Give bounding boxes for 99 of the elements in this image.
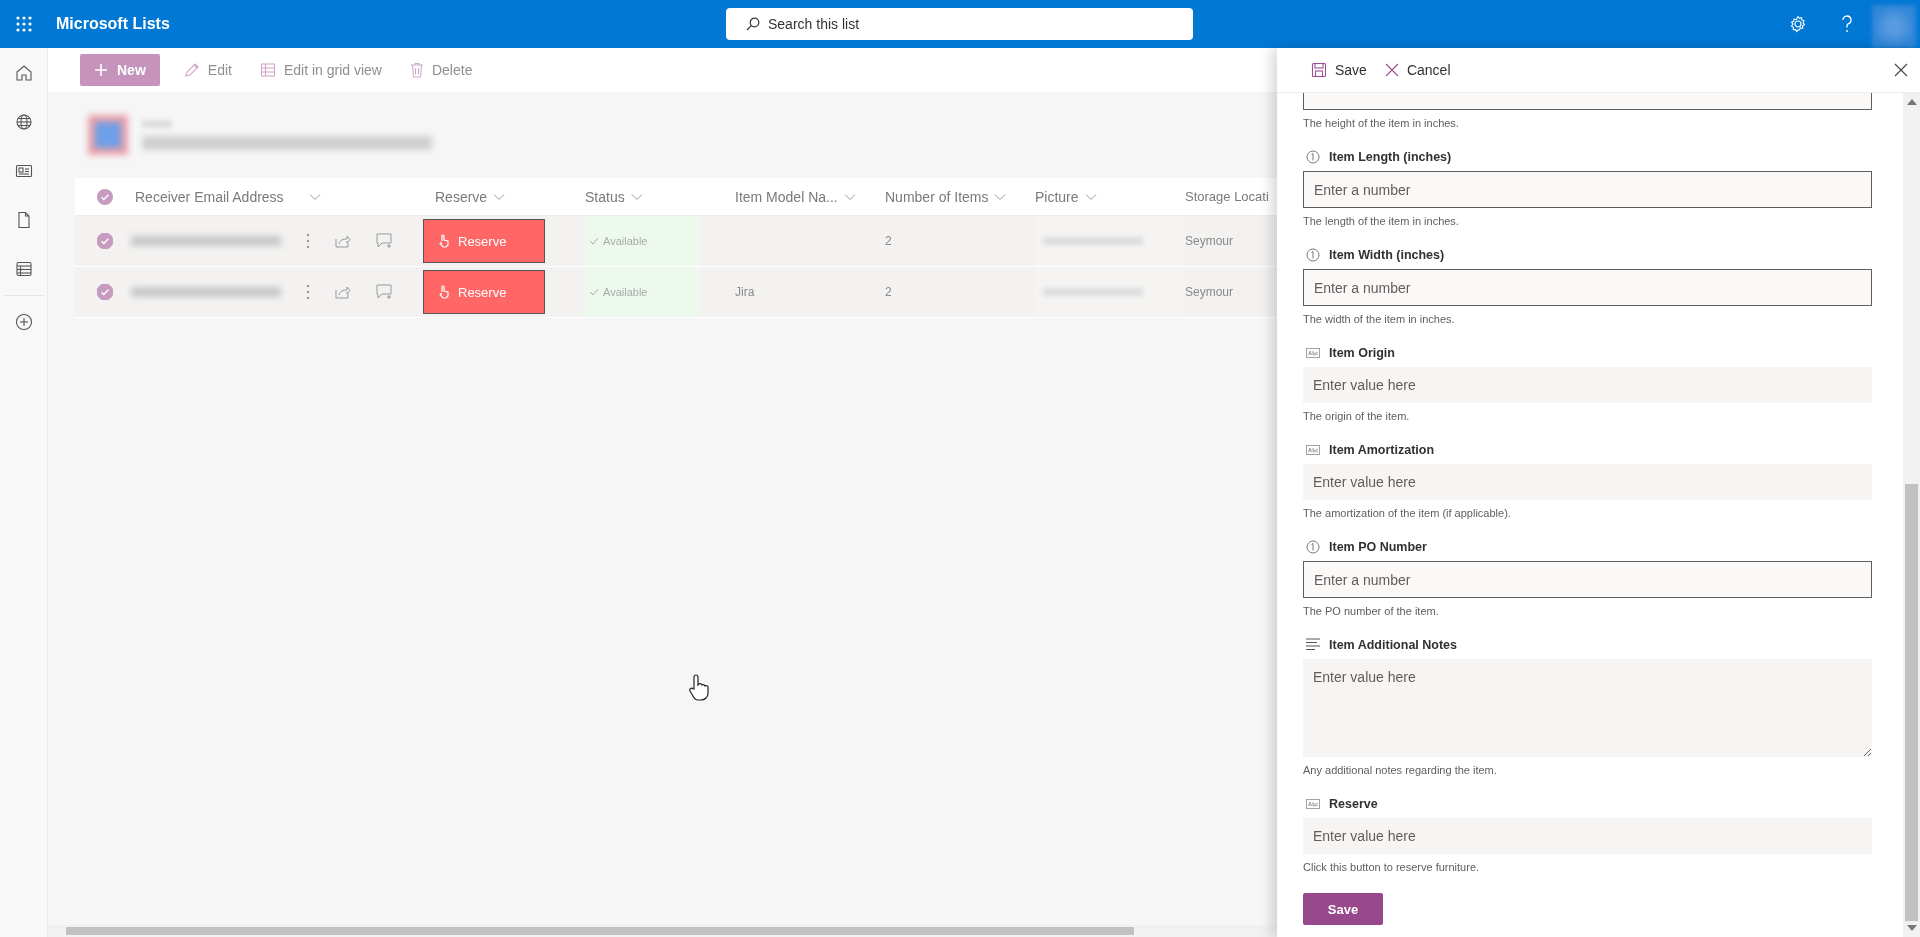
field-description: The length of the item in inches. (1303, 214, 1460, 229)
field-description: The PO number of the item. (1303, 604, 1440, 619)
select-all-icon[interactable] (97, 188, 113, 205)
pencil-icon (183, 62, 200, 78)
field-label: Item Length (inches) (1329, 150, 1452, 164)
row-check-icon[interactable] (97, 233, 113, 249)
comment-icon[interactable] (376, 233, 394, 249)
app-launcher-icon[interactable] (16, 16, 32, 32)
field-label: Item Additional Notes (1329, 638, 1457, 652)
input-field[interactable]: Enter a number (1303, 269, 1872, 306)
list-logo (88, 115, 128, 155)
save-icon (1311, 62, 1327, 78)
text-field-icon (1306, 799, 1320, 809)
column-header[interactable]: Receiver Email Address (135, 188, 435, 205)
table-cell: Seymour (1185, 285, 1234, 299)
input-field[interactable]: Enter value here (1303, 367, 1872, 403)
scroll-up-icon[interactable] (1906, 99, 1917, 105)
field-description: Click this button to reserve furniture. (1303, 860, 1481, 875)
hand-icon (438, 285, 450, 299)
scroll-down-icon[interactable] (1906, 925, 1917, 931)
field-label: Item Amortization (1329, 443, 1435, 457)
column-header[interactable]: Picture (1035, 188, 1185, 205)
list-icon[interactable] (14, 260, 33, 278)
table-cell: 2 (885, 234, 892, 248)
chevron-down-icon[interactable] (630, 192, 643, 201)
close-icon[interactable] (1894, 63, 1908, 77)
number-icon (1306, 540, 1320, 554)
text-field-icon (1306, 348, 1320, 358)
new-button[interactable]: New (80, 54, 160, 86)
multiline-text-icon (1306, 638, 1320, 652)
check-icon (589, 237, 599, 245)
reserve-button[interactable]: Reserve (423, 219, 545, 263)
input-field[interactable]: Enter a number (1303, 171, 1872, 208)
settings-icon[interactable] (1789, 15, 1807, 33)
check-icon (589, 288, 599, 296)
notes-field[interactable]: Enter value here (1303, 659, 1872, 757)
status-text: Available (603, 286, 648, 298)
number-icon (1306, 248, 1320, 262)
plus-icon (94, 63, 108, 77)
grid-button[interactable]: Edit in grid view (255, 62, 386, 78)
row-check-icon[interactable] (97, 284, 113, 300)
column-header[interactable]: Storage Locati (1185, 189, 1277, 204)
column-header[interactable]: Reserve (435, 188, 585, 205)
save-button[interactable]: Save (1303, 893, 1383, 925)
cancel-icon (1384, 63, 1399, 77)
number-icon (1306, 150, 1320, 164)
field-description: Any additional notes regarding the item. (1303, 763, 1498, 778)
chevron-down-icon[interactable] (493, 192, 506, 201)
hand-icon (438, 234, 450, 248)
field-description: The width of the item in inches. (1303, 312, 1456, 327)
chevron-down-icon[interactable] (308, 192, 321, 201)
input-field[interactable]: Enter value here (1303, 464, 1872, 500)
more-icon[interactable] (306, 233, 310, 249)
share-icon[interactable] (335, 234, 351, 248)
field-label: Item Origin (1329, 346, 1395, 360)
home-icon[interactable] (14, 64, 33, 82)
field-description: The origin of the item. (1303, 409, 1411, 424)
field-description: The height of the item in inches. (1303, 116, 1460, 131)
edit-button[interactable]: Edit (179, 62, 236, 78)
search-field[interactable]: Search this list (726, 8, 1193, 40)
search-icon (746, 17, 760, 31)
chevron-down-icon[interactable] (1084, 192, 1097, 201)
list-row[interactable]: Reserve Available 2 Seymour (75, 216, 1277, 267)
vertical-scrollbar[interactable] (1903, 93, 1920, 937)
input-field[interactable] (1303, 93, 1872, 110)
news-icon[interactable] (14, 162, 33, 180)
input-field[interactable]: Enter value here (1303, 818, 1872, 854)
avatar[interactable] (1872, 5, 1916, 48)
add-icon[interactable] (14, 313, 33, 331)
field-label: Item PO Number (1329, 540, 1427, 554)
list-row[interactable]: Reserve Available Jira 2 Seymour (75, 267, 1277, 318)
more-icon[interactable] (306, 284, 310, 300)
share-icon[interactable] (335, 285, 351, 299)
status-text: Available (603, 235, 648, 247)
reserve-button[interactable]: Reserve (423, 270, 545, 314)
column-header[interactable]: Number of Items (885, 188, 1035, 205)
globe-icon[interactable] (14, 113, 33, 131)
help-icon[interactable] (1841, 15, 1853, 33)
app-title: Microsoft Lists (56, 15, 170, 33)
cancel-button[interactable]: Cancel (1382, 62, 1453, 78)
trash-icon (409, 62, 424, 78)
field-label: Item Width (inches) (1329, 248, 1445, 262)
grid-icon (259, 62, 276, 78)
delete-button[interactable]: Delete (405, 62, 477, 78)
field-description: The amortization of the item (if applicable). (1303, 506, 1512, 521)
table-cell: 2 (885, 285, 892, 299)
field-label: Reserve (1329, 797, 1378, 811)
chevron-down-icon[interactable] (994, 192, 1007, 201)
horizontal-scrollbar[interactable] (48, 925, 1277, 937)
column-header[interactable]: Status (585, 188, 735, 205)
column-header[interactable]: Item Model Na... (735, 188, 885, 205)
table-cell: Seymour (1185, 234, 1234, 248)
comment-icon[interactable] (376, 284, 394, 300)
chevron-down-icon[interactable] (843, 192, 856, 201)
hand-cursor-icon (688, 674, 710, 702)
text-field-icon (1306, 445, 1320, 455)
save-button[interactable]: Save (1309, 62, 1369, 78)
table-cell: Jira (735, 285, 755, 299)
input-field[interactable]: Enter a number (1303, 561, 1872, 598)
